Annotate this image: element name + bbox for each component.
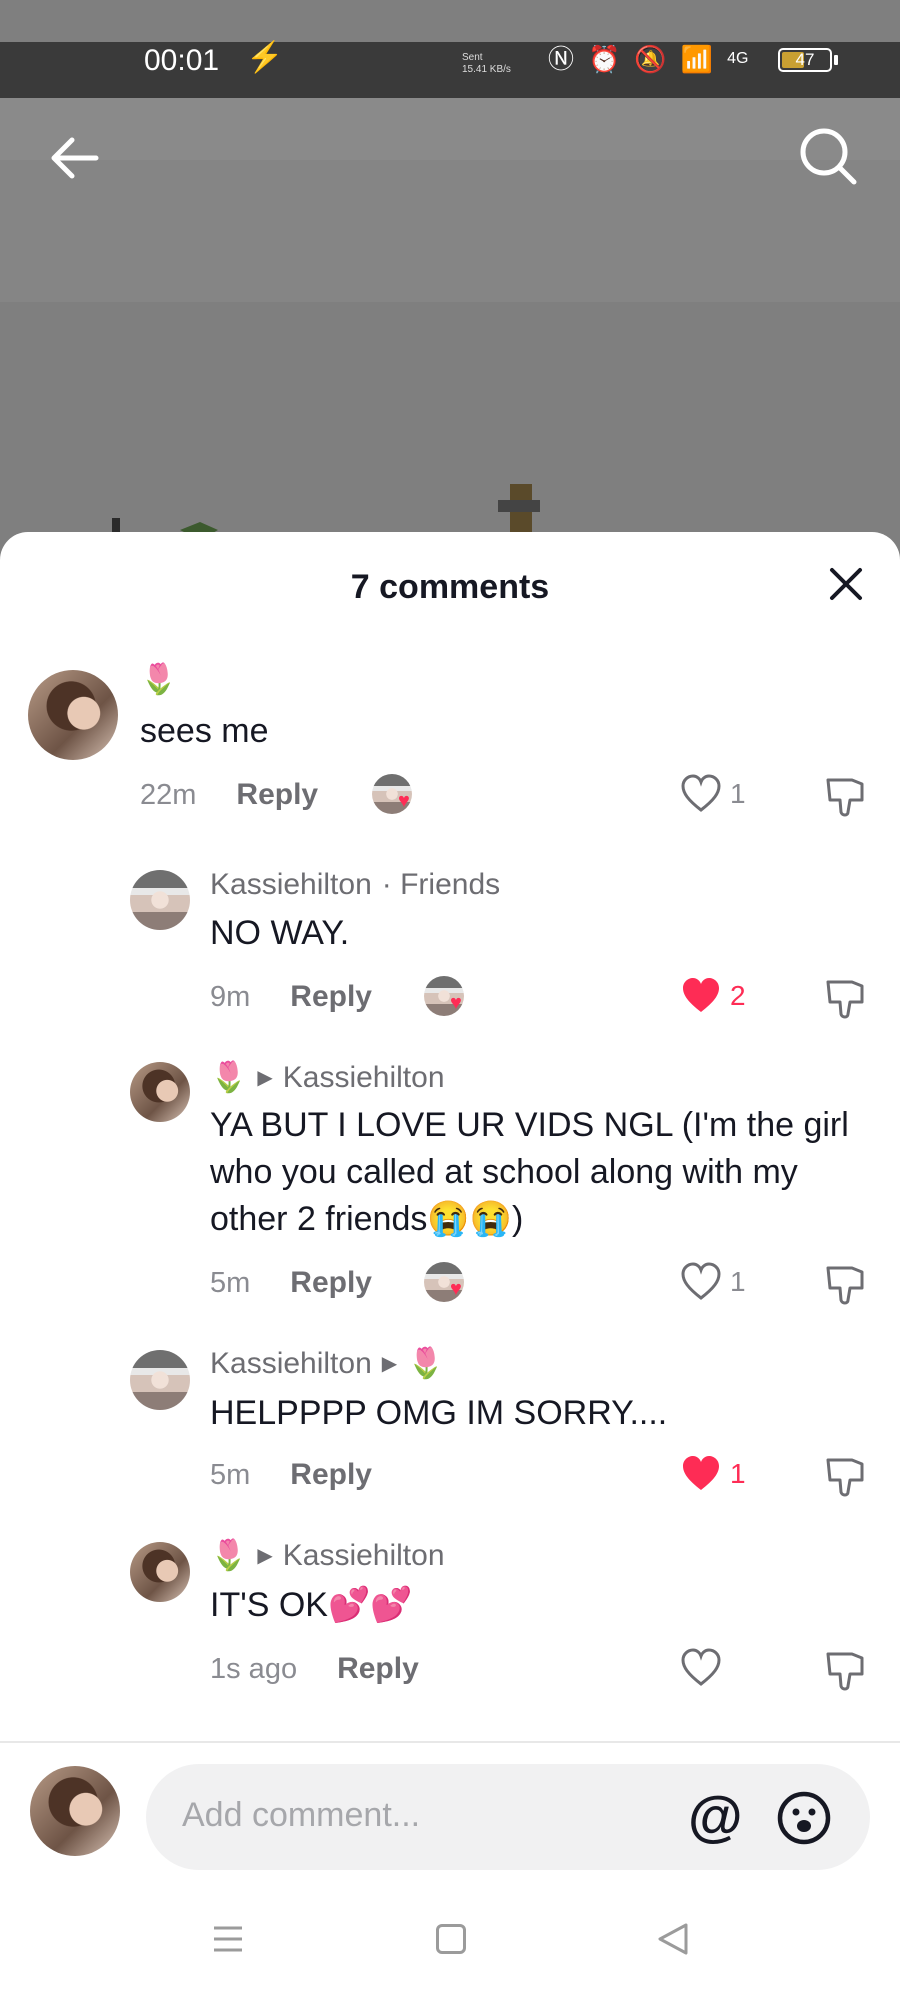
like-count: 1 <box>730 1458 746 1489</box>
dislike-icon[interactable] <box>822 1262 868 1308</box>
like-count: 1 <box>730 778 746 809</box>
input-divider <box>0 1741 900 1743</box>
comment-time: 1s ago <box>210 1652 298 1685</box>
author-name[interactable]: 🌷 <box>140 662 177 697</box>
mute-icon: 🔕 <box>634 44 667 74</box>
comment-author: 🌷 <box>140 662 177 697</box>
heart-filled-icon[interactable] <box>680 976 722 1016</box>
like-count: 1 <box>730 1266 746 1297</box>
comment-meta: 5m Reply <box>210 1458 372 1492</box>
comment-time: 5m <box>210 1266 251 1299</box>
comment-text: sees me <box>140 712 269 750</box>
recent-apps-icon[interactable] <box>212 1924 244 1954</box>
status-bar <box>0 42 900 98</box>
status-icons: Ⓝ ⏰ 🔕 📶 4G <box>548 44 748 74</box>
comment-text: IT'S OK💕💕 <box>210 1586 413 1624</box>
comment-text: HELPPPP OMG IM SORRY.... <box>210 1394 668 1432</box>
dislike-icon[interactable] <box>822 1454 868 1500</box>
comment-author: 🌷 ▶ Kassiehilton <box>210 1060 445 1095</box>
comment-input[interactable]: Add comment... @ <box>146 1764 870 1870</box>
like-count: 2 <box>730 980 746 1011</box>
arrow-left-icon[interactable] <box>46 128 106 188</box>
reply-button[interactable]: Reply <box>337 1652 419 1686</box>
comment-meta: 22m Reply <box>140 778 318 812</box>
reply-arrow-icon: ▶ <box>257 1067 273 1089</box>
like-button[interactable]: 1 <box>680 1262 746 1302</box>
nfc-icon: Ⓝ <box>548 44 575 74</box>
author-name[interactable]: 🌷 <box>210 1060 247 1095</box>
battery-cap <box>834 55 838 65</box>
battery-icon: 47 <box>778 48 832 72</box>
reply-button[interactable]: Reply <box>236 778 318 812</box>
comment-meta: 1s ago Reply <box>210 1652 419 1686</box>
like-button[interactable]: 2 <box>680 976 746 1016</box>
emoji-icon[interactable] <box>776 1790 832 1846</box>
reply-arrow-icon: ▶ <box>257 1545 273 1567</box>
reply-to-name[interactable]: 🌷 <box>407 1346 444 1381</box>
comments-title: 7 comments <box>350 568 550 606</box>
creator-liked-heart-icon: ♥ <box>450 992 462 1014</box>
comment-text: YA BUT I LOVE UR VIDS NGL (I'm the girl … <box>210 1106 849 1238</box>
alarm-icon: ⏰ <box>588 44 621 74</box>
creator-liked-heart-icon: ♥ <box>450 1278 462 1300</box>
network-speed: Sent 15.41 KB/s <box>462 52 532 76</box>
heart-icon[interactable] <box>680 1262 722 1302</box>
reply-arrow-icon: ▶ <box>381 1353 398 1375</box>
reply-button[interactable]: Reply <box>290 1266 372 1300</box>
reply-to-name[interactable]: Kassiehilton <box>283 1539 445 1573</box>
video-content <box>112 484 540 540</box>
heart-icon[interactable] <box>680 774 722 814</box>
charging-bolt-icon: ⚡ <box>246 41 284 74</box>
comment-author: Kassiehilton · Friends <box>210 868 500 902</box>
video-band <box>0 160 900 302</box>
close-icon[interactable] <box>826 564 866 604</box>
wifi-icon: 📶 <box>680 44 714 74</box>
like-button[interactable]: 1 <box>680 1454 746 1494</box>
comment-time: 9m <box>210 980 251 1013</box>
reply-button[interactable]: Reply <box>290 980 372 1014</box>
system-navigation-bar <box>0 1900 900 2000</box>
dislike-icon[interactable] <box>822 1648 868 1694</box>
reply-to-name[interactable]: Kassiehilton <box>283 1061 445 1095</box>
avatar[interactable] <box>28 670 118 760</box>
comment-meta: 9m Reply <box>210 980 372 1014</box>
back-triangle-icon[interactable] <box>656 1922 690 1956</box>
reply-button[interactable]: Reply <box>290 1458 372 1492</box>
author-name[interactable]: 🌷 <box>210 1538 247 1573</box>
comment-author: 🌷 ▶ Kassiehilton <box>210 1538 445 1573</box>
dislike-icon[interactable] <box>822 774 868 820</box>
avatar[interactable] <box>130 1062 190 1122</box>
network-speed-label: Sent <box>462 52 483 63</box>
heart-icon[interactable] <box>680 1648 722 1688</box>
comment-text: NO WAY. <box>210 914 350 952</box>
home-icon[interactable] <box>436 1924 466 1954</box>
network-type: 4G <box>727 50 749 67</box>
network-speed-value: 15.41 KB/s <box>462 64 511 75</box>
heart-filled-icon[interactable] <box>680 1454 722 1494</box>
like-button[interactable] <box>680 1648 730 1688</box>
avatar[interactable] <box>130 1350 190 1410</box>
mention-icon[interactable]: @ <box>688 1784 743 1848</box>
comment-meta: 5m Reply <box>210 1266 372 1300</box>
author-name[interactable]: Kassiehilton <box>210 1347 372 1381</box>
status-time: 00:01 <box>144 44 220 77</box>
like-button[interactable]: 1 <box>680 774 746 814</box>
avatar[interactable] <box>130 1542 190 1602</box>
author-tag: · Friends <box>381 868 501 901</box>
my-avatar <box>30 1766 120 1856</box>
dislike-icon[interactable] <box>822 976 868 1022</box>
avatar[interactable] <box>130 870 190 930</box>
author-name[interactable]: Kassiehilton <box>210 868 372 902</box>
comment-input-placeholder[interactable]: Add comment... <box>182 1796 420 1835</box>
comment-time: 22m <box>140 778 197 811</box>
creator-liked-heart-icon: ♥ <box>398 790 410 812</box>
battery-level: 47 <box>795 50 815 69</box>
search-icon[interactable] <box>796 124 860 188</box>
comment-time: 5m <box>210 1458 251 1491</box>
comment-author: Kassiehilton ▶ 🌷 <box>210 1346 445 1381</box>
